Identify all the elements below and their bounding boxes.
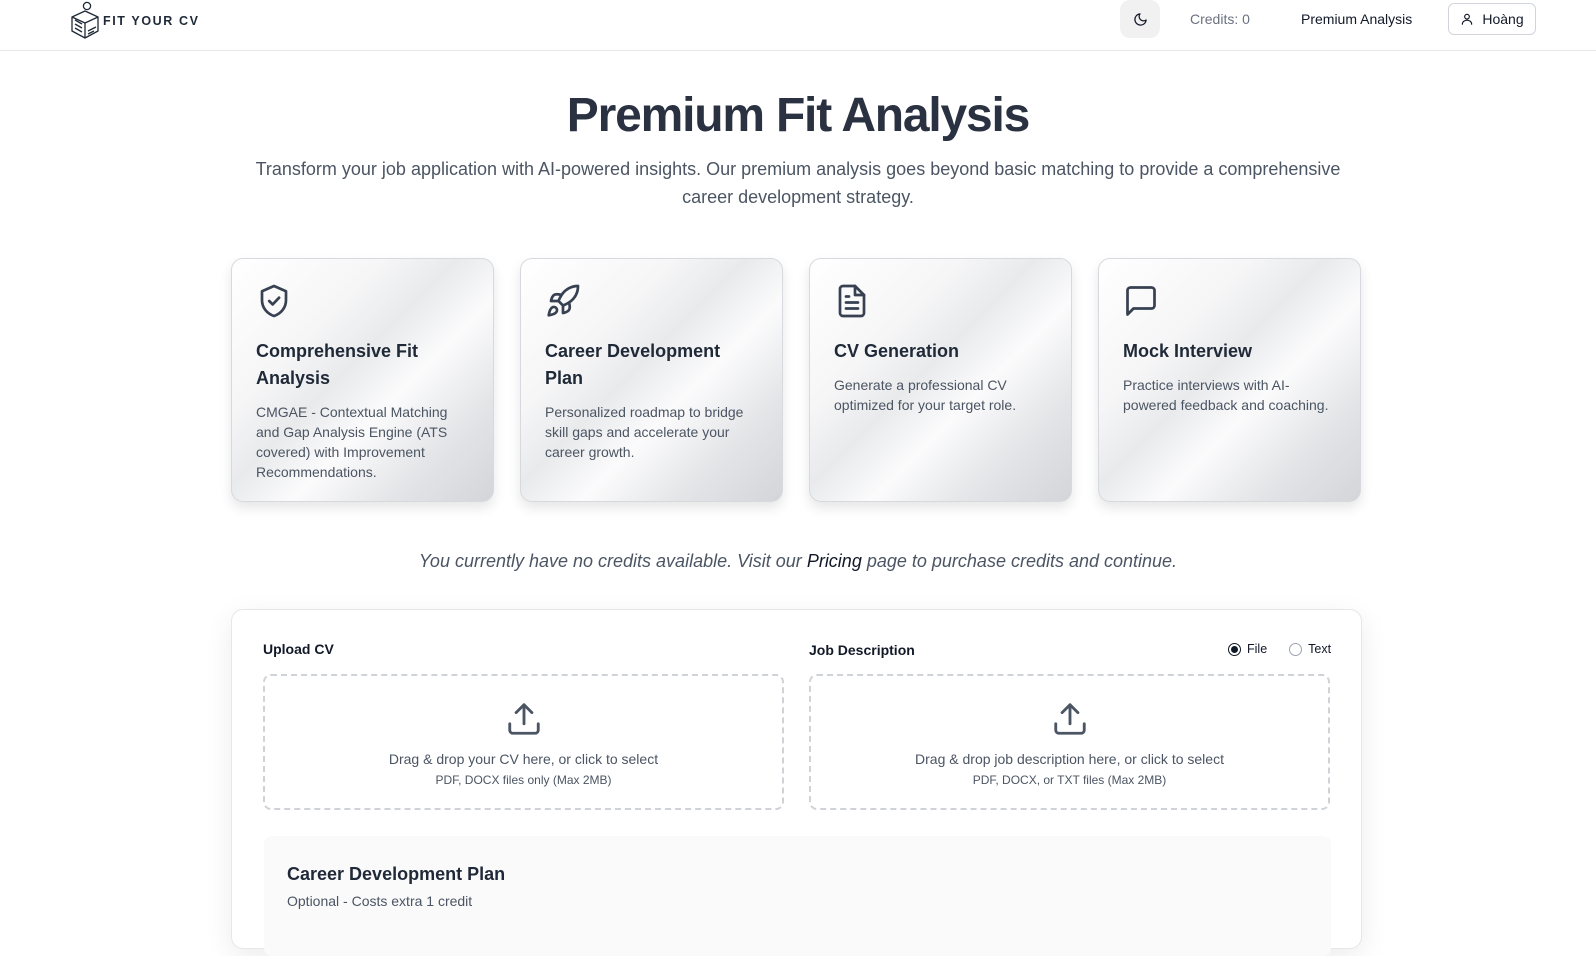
jd-mode-text-label: Text (1308, 642, 1332, 656)
feature-description: Generate a professional CV optimized for… (834, 377, 1017, 413)
career-plan-option[interactable]: Career Development Plan Optional - Costs… (264, 836, 1331, 956)
box-logo-icon (71, 1, 99, 39)
theme-toggle-button[interactable] (1120, 0, 1160, 38)
job-description-label: Job Description (809, 642, 915, 658)
feature-title: Comprehensive Fit Analysis (256, 341, 419, 388)
cv-dropzone-hint: PDF, DOCX files only (Max 2MB) (435, 773, 612, 787)
nav-premium-analysis-link[interactable]: Premium Analysis (1301, 11, 1412, 27)
jd-mode-text-option[interactable]: Text (1289, 642, 1331, 656)
career-plan-subtitle: Optional - Costs extra 1 credit (287, 893, 473, 909)
feature-title: Mock Interview (1123, 341, 1253, 361)
analysis-form-panel: Upload CV Job Description File Text Drag… (231, 609, 1362, 956)
chat-bubble-icon (1126, 286, 1156, 316)
jd-mode-text-radio[interactable] (1289, 642, 1303, 656)
feature-title: CV Generation (834, 341, 960, 361)
top-navbar: FIT YOUR CV Credits: 0 Premium Analysis … (0, 0, 1596, 51)
jd-dropzone-hint: PDF, DOCX, or TXT files (Max 2MB) (972, 773, 1167, 787)
page-subtitle: Transform your job application with AI-p… (255, 159, 1341, 207)
user-name: Hoàng (1482, 11, 1524, 27)
notice-text-after: page to purchase credits and continue. (861, 551, 1178, 571)
jd-mode-file-label: File (1247, 642, 1268, 656)
cv-upload-dropzone[interactable]: Drag & drop your CV here, or click to se… (263, 674, 784, 810)
feature-card-mock-interview: Mock Interview Practice interviews with … (1098, 258, 1361, 502)
feature-title: Career Development Plan (545, 341, 721, 388)
cv-dropzone-text: Drag & drop your CV here, or click to se… (388, 751, 659, 767)
rocket-icon (547, 284, 580, 317)
page-title: Premium Fit Analysis (566, 89, 1031, 142)
jd-mode-file-radio[interactable] (1228, 642, 1241, 656)
upload-icon (1053, 703, 1086, 735)
feature-description: Practice interviews with AI-powered feed… (1123, 377, 1329, 413)
notice-text-before: You currently have no credits available.… (418, 551, 807, 571)
user-icon (1462, 13, 1473, 25)
jd-mode-radio-group: File Text (1228, 642, 1331, 656)
feature-card-cv-generation: CV Generation Generate a professional CV… (809, 258, 1072, 502)
career-plan-title: Career Development Plan (287, 864, 506, 884)
document-icon (838, 284, 866, 318)
upload-cv-label: Upload CV (263, 641, 334, 657)
shield-check-icon (260, 284, 288, 318)
feature-card-fit-analysis: Comprehensive Fit Analysis CMGAE - Conte… (231, 258, 494, 502)
feature-card-career-plan: Career Development Plan Personalized roa… (520, 258, 783, 502)
moon-icon (1133, 12, 1147, 26)
jd-dropzone-text: Drag & drop job description here, or cli… (915, 751, 1224, 767)
upload-icon (507, 703, 540, 735)
brand-name: FIT YOUR CV (103, 14, 200, 28)
jd-mode-file-option[interactable]: File (1228, 642, 1267, 656)
user-menu-button[interactable]: Hoàng (1448, 3, 1536, 35)
feature-description: Personalized roadmap to bridge skill gap… (545, 404, 744, 460)
brand-logo[interactable]: FIT YOUR CV (70, 0, 200, 42)
jd-upload-dropzone[interactable]: Drag & drop job description here, or cli… (809, 674, 1330, 810)
no-credits-notice: You currently have no credits available.… (0, 551, 1596, 572)
pricing-link[interactable]: Pricing (807, 551, 862, 571)
credits-counter: Credits: 0 (1190, 11, 1250, 27)
feature-description: CMGAE - Contextual Matching and Gap Anal… (256, 404, 448, 480)
